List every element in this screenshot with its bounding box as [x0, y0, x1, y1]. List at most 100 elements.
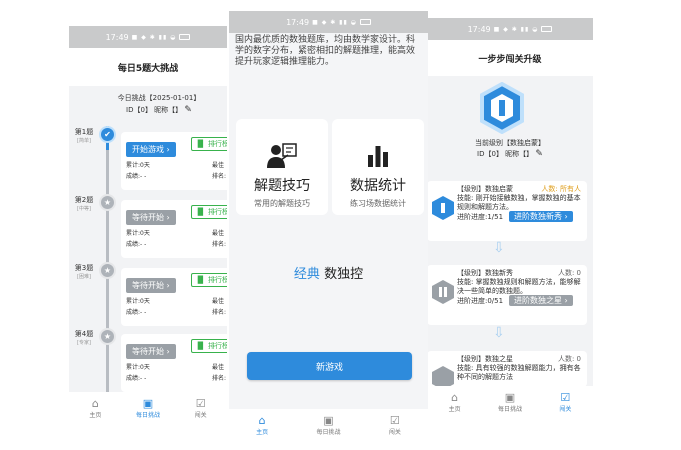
player-count: 人数: 所有人	[541, 185, 581, 193]
score-label: 成绩:- -	[126, 173, 147, 180]
user-id-label: ID【0】 昵称【】	[477, 150, 534, 158]
phone-levels: 17:49 ■ ◆ ✱ ▮▮ ◒ 一步步闯关升级 当前级别【数独启蒙】 ID【0…	[427, 18, 593, 418]
rank-label: 排名:	[212, 309, 227, 316]
best-label: 最佳	[212, 364, 225, 371]
edit-pencil-icon[interactable]: ✎	[535, 149, 543, 159]
battery-icon	[179, 34, 191, 40]
battery-icon	[541, 26, 553, 32]
question-4-label: 第4题 [专家]	[74, 330, 94, 346]
level-progress: 进阶进度:0/51	[457, 297, 504, 305]
rank-label: 排名:	[212, 173, 227, 180]
level-card-2: 【级别】数独新秀 人数: 0 技能: 掌握数独规则和解题方法，能够解决一些简单的…	[427, 265, 587, 325]
question-1-label: 第1题 [简单]	[74, 128, 94, 144]
tab-home[interactable]: ⌂ 主页	[69, 392, 122, 424]
tab-bar: ⌂ 主页 ▣ 每日挑战 ☑ 闯关	[229, 409, 428, 441]
battery-icon	[359, 19, 371, 25]
timeline-line	[106, 134, 109, 424]
solving-tips-title: 解题技巧	[254, 178, 310, 194]
teacher-icon	[266, 141, 298, 171]
checklist-icon: ☑	[560, 390, 571, 404]
status-icons: ■ ◆ ✱ ▮▮ ◒	[312, 18, 357, 26]
level-card-1: 【级别】数独启蒙 人数: 所有人 技能: 刚开始接触数独，掌握数独的基本规则和解…	[427, 181, 587, 241]
start-game-button[interactable]: 开始游戏 ›	[126, 142, 176, 157]
total-days: 累计:0天	[126, 364, 150, 371]
home-icon: ⌂	[91, 396, 99, 410]
rank-label: 排名:	[212, 375, 227, 382]
total-days: 累计:0天	[126, 162, 150, 169]
wait-start-button[interactable]: 等待开始 ›	[126, 278, 176, 293]
tab-home[interactable]: ⌂ 主页	[229, 409, 295, 441]
level-2-hex-icon	[432, 280, 454, 304]
status-icons: ■ ◆ ✱ ▮▮ ◒	[493, 25, 539, 33]
level-badge-icon	[479, 81, 525, 135]
wait-start-button[interactable]: 等待开始 ›	[126, 210, 176, 225]
classic-label: 经典	[293, 267, 320, 282]
question-2-label: 第2题 [中等]	[74, 196, 94, 212]
ticket-icon: ▣	[323, 413, 334, 427]
status-bar: 17:49 ■ ◆ ✱ ▮▮ ◒	[427, 18, 593, 40]
home-icon: ⌂	[451, 390, 459, 404]
sudoku-label: 数独控	[319, 267, 364, 282]
tab-bar: ⌂ 主页 ▣ 每日挑战 ☑ 闯关	[69, 392, 227, 424]
tab-home[interactable]: ⌂ 主页	[427, 386, 482, 418]
tab-bar: ⌂ 主页 ▣ 每日挑战 ☑ 闯关	[427, 386, 593, 418]
rocket-icon: ✔	[99, 126, 116, 143]
page-title: 一步步闯关升级	[427, 40, 593, 76]
score-label: 成绩:- -	[126, 375, 147, 382]
level-skill: 技能: 刚开始接触数独，掌握数独的基本规则和解题方法。	[457, 194, 581, 211]
arrow-down-icon: ⇩	[493, 325, 505, 341]
tab-daily-challenge[interactable]: ▣ 每日挑战	[122, 392, 175, 424]
status-bar: 17:49 ■ ◆ ✱ ▮▮ ◒	[69, 26, 227, 48]
total-days: 累计:0天	[126, 298, 150, 305]
star-icon: ★	[99, 194, 116, 211]
home-icon: ⌂	[258, 413, 266, 427]
total-days: 累计:0天	[126, 230, 150, 237]
statistics-title: 数据统计	[350, 178, 406, 194]
best-label: 最佳	[212, 230, 225, 237]
level-progress: 进阶进度:1/51	[457, 213, 504, 221]
advance-button[interactable]: 进阶数独之星 ›	[509, 295, 573, 306]
phone-home: 17:49 ■ ◆ ✱ ▮▮ ◒ 国内最优质的数独题库，均由数学家设计。科学的数…	[229, 11, 428, 441]
question-1-card: 开始游戏 › ▐▌ 排行榜 累计:0天 最佳 成绩:- - 排名:	[121, 132, 227, 190]
leaderboard-button[interactable]: ▐▌ 排行榜	[191, 273, 227, 287]
player-count: 人数: 0	[557, 269, 581, 277]
level-skill: 技能: 掌握数独规则和解题方法，能够解决一些简单的数独题。	[457, 278, 581, 295]
new-game-button[interactable]: 新游戏	[247, 352, 412, 380]
advance-button[interactable]: 进阶数独新秀 ›	[509, 211, 573, 222]
current-level: 当前级别【数独启蒙】	[475, 139, 545, 147]
app-intro: 国内最优质的数独题库，均由数学家设计。科学的数字分布，紧密相扣的解题推理，能高效…	[235, 35, 416, 67]
challenge-date: 今日挑战【2025-01-01】	[117, 94, 201, 102]
leaderboard-button[interactable]: ▐▌ 排行榜	[191, 205, 227, 219]
question-4-card: 等待开始 › ▐▌ 排行榜 累计:0天 最佳 成绩:- - 排名:	[121, 334, 227, 392]
status-time: 17:49	[467, 24, 491, 34]
tab-levels[interactable]: ☑ 闯关	[538, 386, 593, 418]
score-label: 成绩:- -	[126, 309, 147, 316]
user-id-label: ID【0】 昵称【】	[126, 106, 183, 114]
score-label: 成绩:- -	[126, 241, 147, 248]
leaderboard-button[interactable]: ▐▌ 排行榜	[191, 339, 227, 353]
tab-levels[interactable]: ☑ 闯关	[362, 409, 428, 441]
solving-tips-card[interactable]: 解题技巧 常用的解题技巧	[236, 119, 328, 215]
game-mode-label[interactable]: 经典 数独控	[229, 263, 428, 282]
level-skill: 技能: 具有较强的数独解题能力，拥有各种不同的解题方法	[457, 364, 581, 381]
tab-daily-challenge[interactable]: ▣ 每日挑战	[482, 386, 537, 418]
arrow-down-icon: ⇩	[493, 240, 505, 256]
tab-levels[interactable]: ☑ 闯关	[174, 392, 227, 424]
leaderboard-button[interactable]: ▐▌ 排行榜	[191, 137, 227, 151]
checklist-icon: ☑	[195, 396, 206, 410]
current-level-info: 当前级别【数独启蒙】 ID【0】 昵称【】 ✎	[455, 138, 565, 160]
question-2-card: 等待开始 › ▐▌ 排行榜 累计:0天 最佳 成绩:- - 排名:	[121, 200, 227, 258]
edit-pencil-icon[interactable]: ✎	[184, 104, 192, 116]
rank-label: 排名:	[212, 241, 227, 248]
tab-daily-challenge[interactable]: ▣ 每日挑战	[295, 409, 361, 441]
solving-tips-subtitle: 常用的解题技巧	[254, 199, 310, 208]
statistics-card[interactable]: 数据统计 练习场数据统计	[332, 119, 424, 215]
checklist-icon: ☑	[389, 413, 400, 427]
ticket-icon: ▣	[504, 390, 516, 404]
level-1-hex-icon	[432, 196, 454, 220]
wait-start-button[interactable]: 等待开始 ›	[126, 344, 176, 359]
phone-daily-challenge: 17:49 ■ ◆ ✱ ▮▮ ◒ 每日5题大挑战 今日挑战【2025-01-01…	[69, 26, 227, 424]
bar-chart-icon	[365, 141, 391, 171]
question-3-card: 等待开始 › ▐▌ 排行榜 累计:0天 最佳 成绩:- - 排名:	[121, 268, 227, 326]
statistics-subtitle: 练习场数据统计	[350, 199, 406, 208]
